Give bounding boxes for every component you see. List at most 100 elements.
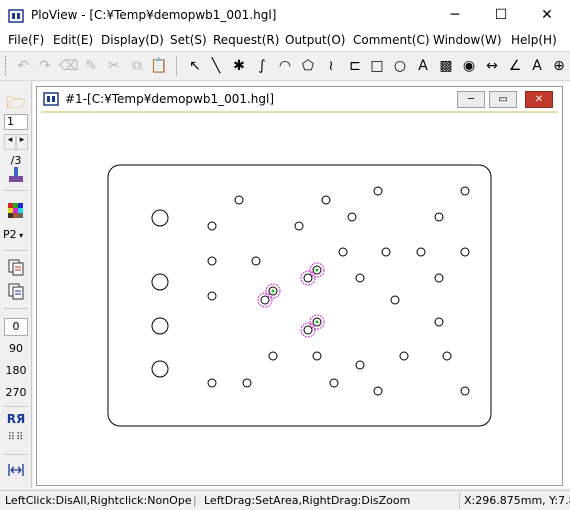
step-line-icon[interactable]: ⊏	[346, 56, 364, 76]
hatch-icon[interactable]: ▩	[437, 56, 455, 76]
toolbar-divider	[4, 406, 28, 407]
toolbar-grip[interactable]	[5, 56, 8, 76]
angle-dimension-icon[interactable]: ∠	[506, 56, 524, 76]
rotate-270-button[interactable]: 270	[4, 386, 28, 399]
mounting-holes	[151, 209, 169, 378]
paste-icon[interactable]: 📋	[150, 56, 168, 76]
color-palette-icon[interactable]	[4, 202, 28, 223]
menu-bar: File(F) Edit(E) Display(D) Set(S) Reques…	[0, 31, 570, 51]
menu-file[interactable]: File(F)	[8, 33, 44, 47]
document-minimize-button[interactable]: ─	[457, 91, 485, 108]
status-mouse-drag-hint: LeftDrag:SetArea,RightDrag:DisZoom	[204, 494, 411, 507]
pad-center-marker	[315, 268, 319, 272]
page-prev-icon[interactable]: ◂	[4, 134, 16, 150]
undo-icon[interactable]: ↶	[14, 56, 32, 76]
left-toolbar: 🗁 1 ◂ ▸ /3 P2 ▾ 0 90 180 270 RЯ ⠿⠿	[0, 82, 32, 488]
document-window: #1-[C:¥Temp¥demopwb1_001.hgl] ─ ▭ ✕	[36, 86, 563, 486]
highlighted-pad	[265, 283, 281, 299]
drawing-canvas[interactable]	[41, 111, 558, 481]
polygon-icon[interactable]: ⬠	[299, 56, 317, 76]
via-hole	[294, 221, 304, 231]
line-icon[interactable]: ╲	[207, 56, 225, 76]
rotate-90-button[interactable]: 90	[4, 342, 28, 355]
via-hole	[355, 360, 365, 370]
crosshair-icon[interactable]: ⊕	[550, 56, 568, 76]
maximize-button[interactable]: ☐	[478, 0, 524, 31]
select-arrow-icon[interactable]: ↖	[186, 56, 204, 76]
via-hole	[207, 256, 217, 266]
rotate-0-button[interactable]: 0	[4, 318, 28, 336]
status-coordinates: X:296.875mm, Y:7.8	[464, 494, 570, 507]
mounting-hole	[151, 209, 169, 227]
page-next-icon[interactable]: ▸	[16, 134, 28, 150]
mirror-button[interactable]: RЯ	[4, 412, 28, 426]
document-restore-button[interactable]: ▭	[489, 91, 517, 108]
copy-icon[interactable]: ⧉	[128, 56, 146, 76]
pen-select-dropdown[interactable]: P2 ▾	[3, 228, 23, 241]
pcb-drawing	[107, 164, 492, 427]
drawing-toolbar: ↶ ↷ ⌫ ✎ ✂ ⧉ 📋 ↖ ╲ ✱ ∫ ◠ ⬠ ≀ ⊏ □ ○ A ▩ ◉ ↔ ∠ A ⊕	[0, 51, 570, 81]
menu-comment[interactable]: Comment(C)	[353, 33, 430, 47]
copy-layer-icon[interactable]	[4, 258, 28, 279]
toolbar-divider	[4, 190, 28, 191]
via-hole	[460, 186, 470, 196]
pen-icon[interactable]: ✎	[82, 56, 100, 76]
rectangle-icon[interactable]: □	[368, 56, 386, 76]
via-hole	[329, 378, 339, 388]
via-hole	[460, 247, 470, 257]
toolbar-divider	[4, 308, 28, 309]
plotter-pen-icon[interactable]	[4, 166, 28, 187]
spline-icon[interactable]: ≀	[322, 56, 340, 76]
via-hole	[373, 186, 383, 196]
menu-request[interactable]: Request(R)	[213, 33, 279, 47]
via-hole	[242, 378, 252, 388]
text-icon[interactable]: A	[414, 56, 432, 76]
document-icon	[43, 91, 59, 110]
highlighted-pad	[257, 292, 273, 308]
status-separator: |	[193, 494, 197, 507]
highlighted-pad	[300, 322, 316, 338]
rotate-180-button[interactable]: 180	[4, 364, 28, 377]
ellipse-icon[interactable]: ○	[391, 56, 409, 76]
toolbar-divider	[4, 454, 28, 455]
eraser-icon[interactable]: ⌫	[59, 56, 79, 76]
highlighted-pads	[257, 262, 325, 338]
via-hole	[268, 351, 278, 361]
via-hole	[321, 195, 331, 205]
via-hole	[373, 386, 383, 396]
via-hole	[347, 212, 357, 222]
toolbar-divider	[4, 250, 28, 251]
arc-icon[interactable]: ◠	[276, 56, 294, 76]
menu-set[interactable]: Set(S)	[170, 33, 207, 47]
menu-edit[interactable]: Edit(E)	[53, 33, 93, 47]
document-close-button[interactable]: ✕	[525, 91, 553, 108]
fit-width-icon[interactable]	[4, 462, 28, 481]
menu-output[interactable]: Output(O)	[285, 33, 346, 47]
chevron-down-icon: ▾	[16, 231, 24, 240]
text-style-icon[interactable]: A	[528, 56, 546, 76]
menu-help[interactable]: Help(H)	[511, 33, 557, 47]
polyline-icon[interactable]: ∫	[253, 56, 271, 76]
paste-layer-icon[interactable]	[4, 282, 28, 303]
via-hole	[460, 386, 470, 396]
redo-icon[interactable]: ↷	[36, 56, 54, 76]
circle-center-icon[interactable]: ◉	[460, 56, 478, 76]
via-hole	[434, 317, 444, 327]
status-coordinate-panel: X:296.875mm, Y:7.8	[459, 492, 570, 509]
via-hole	[338, 247, 348, 257]
via-hole	[355, 273, 365, 283]
page-number-field[interactable]: 1	[4, 114, 28, 130]
via-hole	[390, 295, 400, 305]
via-holes	[207, 186, 470, 396]
dimension-icon[interactable]: ↔	[483, 56, 501, 76]
close-button[interactable]: ✕	[524, 0, 570, 31]
menu-display[interactable]: Display(D)	[101, 33, 164, 47]
grid-dots-icon[interactable]: ⠿⠿	[4, 432, 28, 443]
cut-icon[interactable]: ✂	[105, 56, 123, 76]
document-title-bar: #1-[C:¥Temp¥demopwb1_001.hgl] ─ ▭ ✕	[37, 87, 562, 111]
via-hole	[442, 351, 452, 361]
via-hole	[234, 195, 244, 205]
cross-line-icon[interactable]: ✱	[230, 56, 248, 76]
menu-window[interactable]: Window(W)	[433, 33, 502, 47]
minimize-button[interactable]: ─	[432, 0, 478, 31]
